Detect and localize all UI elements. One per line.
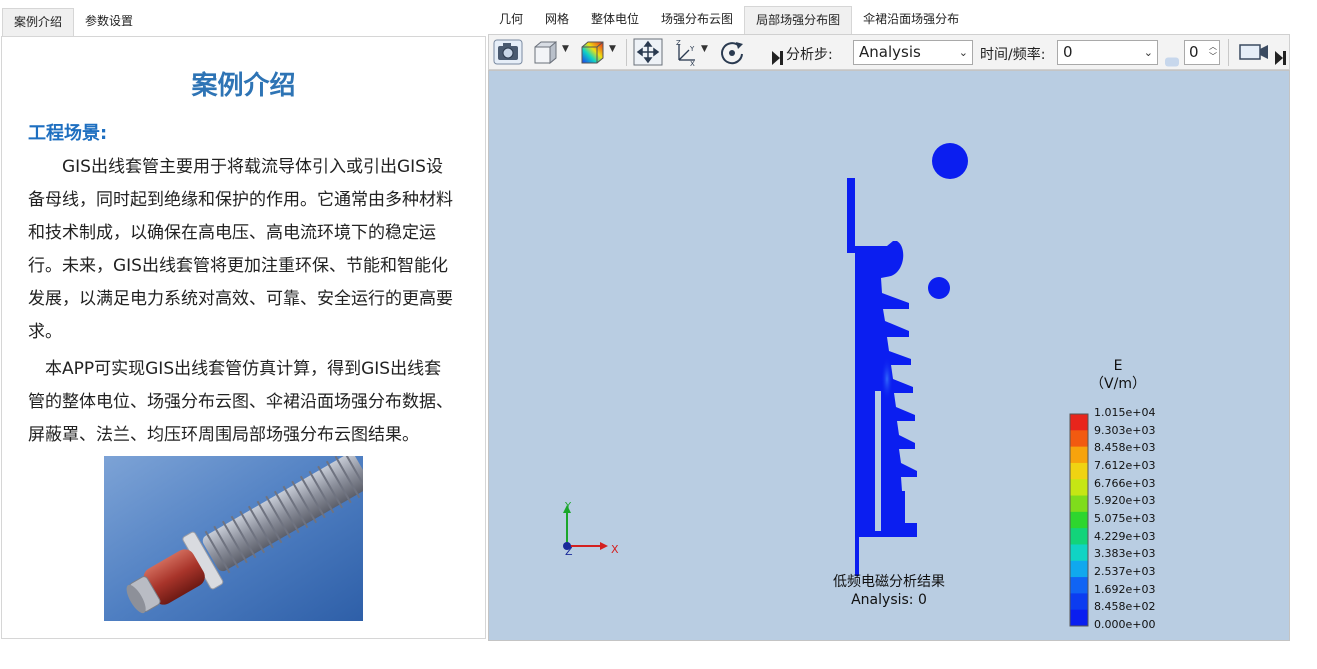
video-icon[interactable] [1238,38,1270,66]
bushing-image [104,456,363,621]
fit-view-icon[interactable] [633,38,663,66]
rotate-icon[interactable] [717,38,747,66]
chevron-down-icon[interactable]: ▼ [562,44,569,54]
axis-x-label: X [611,543,619,556]
conductor-strip [865,253,869,537]
legend-value-label: 2.537e+03 [1094,565,1156,578]
time-frequency-select[interactable]: 0 ⌄ [1057,40,1158,65]
legend-value-label: 7.612e+03 [1094,459,1156,472]
legend-unit: （V/m） [1090,376,1146,392]
legend-value-label: 8.458e+02 [1094,600,1156,614]
tab-field-contour[interactable]: 场强分布云图 [650,6,744,33]
legend-value-label: 0.000e+00 [1094,618,1156,631]
legend-quantity: E [1113,358,1123,374]
legend-value-label: 4.229e+03 [1094,529,1156,543]
tab-geometry[interactable]: 几何 [488,6,534,33]
legend-color-swatch [1070,446,1088,464]
legend-color-swatch [1070,560,1088,578]
viewer-toolbar: ▼ ▼ Z Y X ▼ 分析步: Analysis ⌄ 时间/频率: 0 ⌄ 0… [488,34,1290,70]
legend-color-swatch [1070,414,1088,431]
chevron-down-icon[interactable]: ▼ [701,44,708,54]
spin-arrows-icon[interactable]: ︿ ﹀ [1209,42,1217,62]
camera-icon[interactable] [493,38,523,66]
section-heading: 工程场景: [28,123,108,144]
legend-value-label: 1.015e+04 [1094,406,1156,419]
intro-paragraph: GIS出线套管主要用于将载流导体引入或引出GIS设备母线，同时起到绝缘和保护的作… [28,157,453,342]
play-icon[interactable] [1275,44,1287,72]
page-title: 案例介绍 [191,71,296,101]
legend-value-label: 1.692e+03 [1094,582,1156,596]
legend-value-label: 8.458e+03 [1094,441,1156,455]
legend-color-swatch [1070,495,1088,513]
frame-spin-value: 0 [1189,43,1199,61]
legend-value-label: 5.920e+03 [1094,494,1156,508]
case-intro-panel: 案例介绍 工程场景: GIS出线套管主要用于将载流导体引入或引出GIS设备母线，… [1,36,486,639]
legend-value-label: 3.383e+03 [1094,547,1156,561]
legend-color-swatch [1070,528,1088,545]
bushing-geometry [847,143,968,576]
legend-color-swatch [1070,577,1088,594]
analysis-step-select[interactable]: Analysis ⌄ [853,40,973,65]
left-tab-bar: 案例介绍 参数设置 [2,8,144,36]
time-frequency-label: 时间/频率: [980,47,1046,63]
frame-spinbox[interactable]: 0 ︿ ﹀ [1184,40,1220,65]
legend-title: E （V/m） [1073,357,1163,393]
step-control-icon[interactable] [772,44,784,72]
svg-text:X: X [690,60,695,66]
result-step-caption: Analysis: 0 [851,592,927,608]
legend-color-swatch [1070,593,1088,611]
field-plot-canvas[interactable]: Y X Z [489,71,1289,640]
chevron-down-icon: ⌄ [958,46,968,59]
toolbar-divider [626,39,627,66]
legend-value-label: 5.075e+03 [1094,512,1156,525]
legend-color-swatch [1070,430,1088,448]
tab-shed-surface-field[interactable]: 伞裙沿面场强分布 [852,6,970,33]
result-tab-bar: 几何 网格 整体电位 场强分布云图 局部场强分布图 伞裙沿面场强分布 [488,6,970,34]
axis-z-label: Z [565,545,573,558]
tab-overall-potential[interactable]: 整体电位 [580,6,650,33]
small-grading-sphere [928,277,950,299]
svg-text:Z: Z [676,39,681,47]
time-frequency-value: 0 [1063,43,1073,61]
axis-triad: Y X Z [563,501,619,558]
axis-y-label: Y [564,501,572,512]
app-description-paragraph: 本APP可实现GIS出线套管仿真计算，得到GIS出线套管的整体电位、场强分布云图… [28,359,453,445]
tab-mesh[interactable]: 网格 [534,6,580,33]
colormap-icon[interactable] [578,38,606,66]
field-hotspot [881,357,893,401]
result-viewport[interactable]: Y X Z E （V/m） 1.015e+04 9.303e+03 8.458e+0… [488,70,1290,641]
chevron-down-icon: ⌄ [1143,46,1153,59]
tab-local-field-distribution[interactable]: 局部场强分布图 [744,6,853,34]
grading-ring-sphere [932,143,968,179]
axes-icon[interactable]: Z Y X [671,38,701,66]
legend-color-swatch [1070,544,1088,562]
legend-value-label: 6.766e+03 [1094,476,1156,490]
svg-text:Y: Y [689,45,695,53]
legend-color-swatch [1070,511,1088,529]
legend-color-swatch [1070,462,1088,480]
tab-parameter-settings[interactable]: 参数设置 [74,8,144,35]
toolbar-divider [1228,39,1229,66]
legend-colorbar [1069,413,1089,627]
cube-icon[interactable] [531,38,559,66]
tab-case-intro[interactable]: 案例介绍 [2,8,75,36]
legend-color-swatch [1070,609,1088,627]
chevron-down-icon[interactable]: ▼ [609,44,616,54]
result-caption: 低频电磁分析结果 [833,574,945,590]
analysis-step-value: Analysis [859,43,921,61]
analysis-step-label: 分析步: [786,47,833,63]
legend-value-label: 9.303e+03 [1094,423,1156,437]
legend-color-swatch [1070,479,1088,497]
